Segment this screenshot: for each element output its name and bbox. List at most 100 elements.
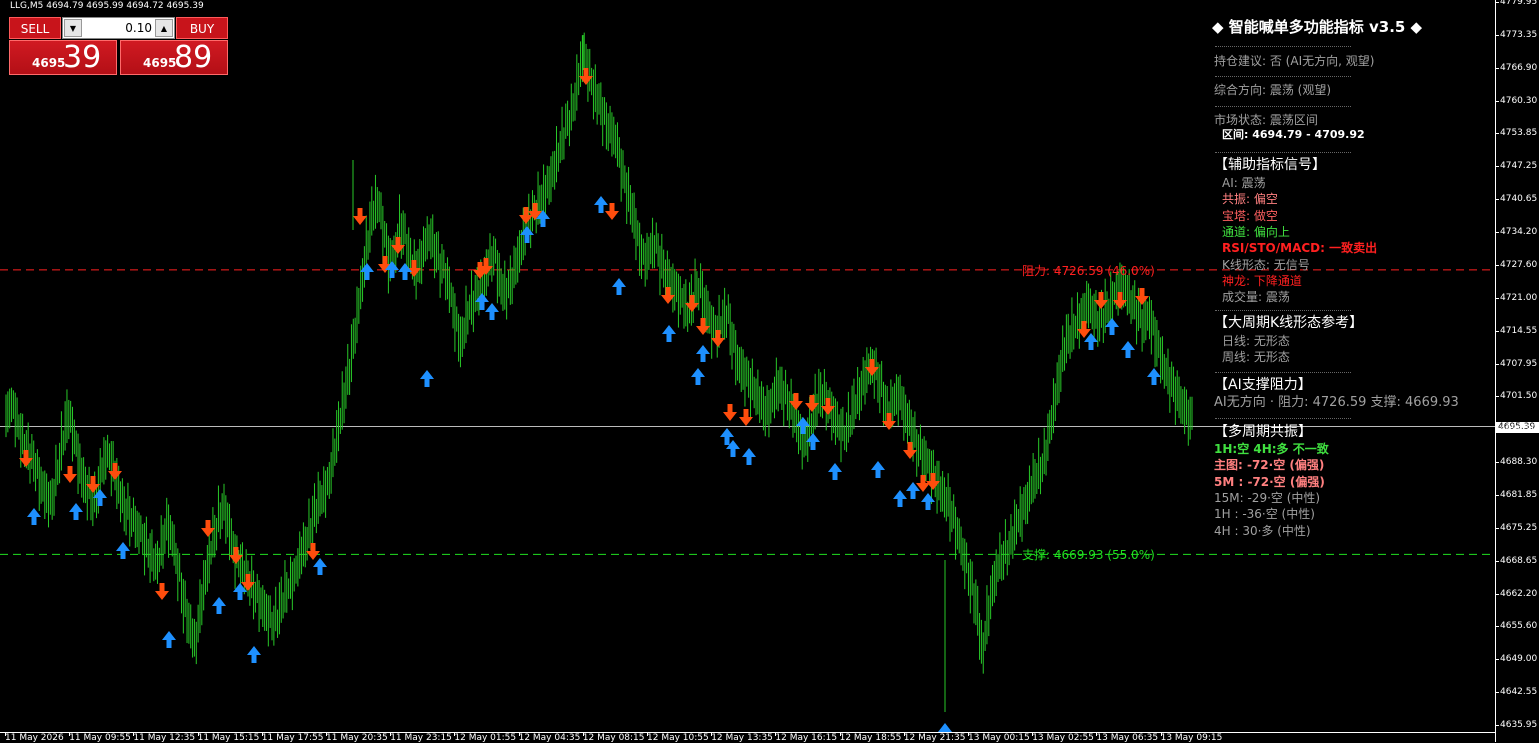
lot-decrease-icon[interactable]: ▼	[64, 19, 82, 37]
sr-line: AI无方向 · 阻力: 4726.59 支撑: 4669.93	[1214, 395, 1459, 410]
buy-arrow-icon	[212, 597, 226, 614]
chart-area[interactable]	[0, 0, 1495, 732]
price-label: 4701.50	[1500, 391, 1538, 402]
price-tick	[1496, 560, 1499, 562]
time-axis[interactable]: 11 May 2026 11 May 09:55 11 May 12:35 11 Ma…	[0, 732, 1495, 743]
range: 区间: 4694.79 - 4709.92	[1222, 128, 1365, 141]
divider	[1215, 372, 1351, 373]
multi-period-item: 5M : -72·空 (偏强)	[1214, 474, 1325, 489]
price-label: 4649.00	[1500, 654, 1538, 665]
buy-arrow-icon	[313, 558, 327, 575]
multi-period-header: 【多周期共振】	[1214, 424, 1312, 440]
lot-increase-icon[interactable]: ▲	[155, 19, 173, 37]
sell-arrow-icon	[579, 68, 593, 85]
price-label: 4740.65	[1500, 194, 1538, 205]
price-label: 4753.85	[1500, 128, 1538, 139]
sell-price-button[interactable]: 4695 39	[9, 40, 117, 75]
buy-arrow-icon	[520, 226, 534, 243]
price-tick	[1496, 462, 1499, 464]
price-label: 4642.55	[1500, 687, 1538, 698]
sell-arrow-icon	[108, 463, 122, 480]
resistance-label: 阻力: 4726.59 (46.0%)	[1022, 263, 1155, 278]
price-label: 4655.60	[1500, 621, 1538, 632]
price-tick	[1496, 725, 1499, 726]
buy-arrow-icon	[1147, 368, 1161, 385]
price-tick	[1496, 626, 1499, 628]
buy-arrow-icon	[938, 723, 952, 732]
sell-arrow-icon	[605, 203, 619, 220]
aux-header: 【辅助指标信号】	[1214, 157, 1326, 173]
price-tick	[1496, 264, 1499, 266]
lot-value[interactable]: 0.10	[125, 18, 152, 38]
direction: 综合方向: 震荡 (观望)	[1214, 83, 1332, 97]
price-tick	[1496, 593, 1499, 595]
position-advice: 持仓建议: 否 (AI无方向, 观望)	[1214, 54, 1375, 68]
price-label: 4635.95	[1500, 720, 1538, 730]
divider	[1215, 76, 1351, 77]
sell-button[interactable]: SELL	[9, 17, 61, 39]
multi-period-item: 4H : 30·多 (中性)	[1214, 523, 1311, 538]
price-label: 4747.25	[1500, 161, 1538, 172]
buy-arrow-icon	[594, 196, 608, 213]
price-tick	[1496, 363, 1499, 365]
divider	[1215, 418, 1351, 419]
sell-arrow-icon	[926, 473, 940, 490]
price-label: 4727.60	[1500, 259, 1538, 270]
price-tick	[1496, 527, 1499, 529]
indicator-title: ◆ 智能喊单多功能指标 v3.5 ◆	[1212, 18, 1423, 36]
price-label: 4707.95	[1500, 358, 1538, 369]
divider	[1215, 310, 1351, 311]
multi-period-item: 15M: -29·空 (中性)	[1214, 490, 1321, 505]
price-label: 4675.25	[1500, 522, 1538, 533]
price-axis[interactable]: 4695.39 4779.95 4773.35 4766.90 4760.30 4753…	[1495, 0, 1539, 742]
buy-arrow-icon	[871, 461, 885, 478]
sell-arrow-icon	[821, 398, 835, 415]
price-tick	[1496, 2, 1499, 3]
price-label: 4779.95	[1500, 0, 1538, 7]
buy-arrow-icon	[69, 503, 83, 520]
sell-arrow-icon	[155, 583, 169, 600]
sell-arrow-icon	[723, 404, 737, 421]
sell-arrow-icon	[1113, 292, 1127, 309]
lot-size-input[interactable]: ▼ 0.10 ▲	[62, 17, 175, 39]
price-tick	[1496, 297, 1499, 299]
divider	[1215, 106, 1351, 107]
price-tick	[1496, 396, 1499, 398]
aux-signal-item: 共振: 偏空	[1222, 192, 1278, 207]
big-period-header: 【大周期K线形态参考】	[1214, 315, 1364, 331]
buy-arrow-icon	[398, 263, 412, 280]
price-tick	[1496, 429, 1499, 431]
price-label: 4721.00	[1500, 292, 1538, 303]
sell-arrow-icon	[1135, 288, 1149, 305]
divider	[1215, 152, 1351, 153]
price-label: 4766.90	[1500, 62, 1538, 73]
symbol-info: LLG,M5 4694.79 4695.99 4694.72 4695.39	[10, 1, 204, 11]
buy-price-pips: 89	[174, 40, 213, 75]
aux-signal-item: K线形态: 无信号	[1222, 257, 1310, 272]
price-label: 4760.30	[1500, 95, 1538, 106]
price-tick	[1496, 330, 1499, 332]
buy-arrow-icon	[420, 370, 434, 387]
price-label: 4681.85	[1500, 489, 1538, 500]
buy-price-button[interactable]: 4695 89	[120, 40, 228, 75]
buy-arrow-icon	[828, 463, 842, 480]
price-label: 4662.20	[1500, 588, 1538, 599]
aux-signal-item: AI: 震荡	[1222, 176, 1266, 190]
sell-arrow-icon	[353, 208, 367, 225]
daily-pattern: 日线: 无形态	[1222, 334, 1290, 348]
multi-period-item: 1H:空 4H:多 不一致	[1214, 442, 1329, 456]
sell-arrow-icon	[882, 413, 896, 430]
buy-arrow-icon	[696, 345, 710, 362]
support-label: 支撑: 4669.93 (55.0%)	[1022, 548, 1155, 563]
price-tick	[1496, 133, 1499, 135]
price-tick	[1496, 232, 1499, 234]
multi-period-item: 主图: -72·空 (偏强)	[1214, 458, 1325, 473]
price-label: 4668.65	[1500, 555, 1538, 566]
buy-button[interactable]: BUY	[176, 17, 228, 39]
price-chart	[0, 32, 1495, 732]
price-tick	[1496, 692, 1499, 694]
market-state: 市场状态: 震荡区间	[1214, 113, 1318, 127]
price-tick	[1496, 199, 1499, 201]
sell-price-prefix: 4695	[32, 56, 66, 70]
price-tick	[1496, 67, 1499, 69]
